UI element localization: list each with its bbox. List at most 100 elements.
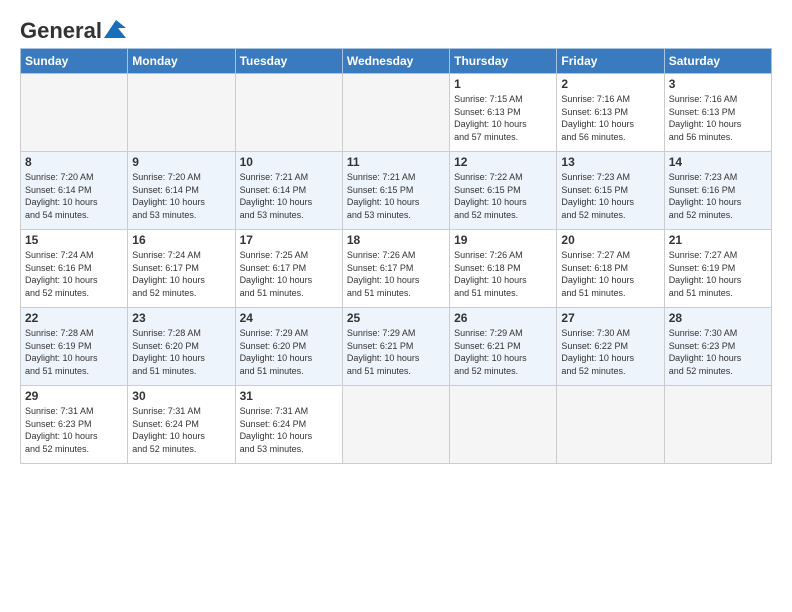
calendar-cell: 14 Sunrise: 7:23 AM Sunset: 6:16 PM Dayli… xyxy=(664,152,771,230)
day-info: Sunrise: 7:29 AM Sunset: 6:20 PM Dayligh… xyxy=(240,327,338,377)
calendar-cell xyxy=(342,74,449,152)
calendar-cell xyxy=(21,74,128,152)
calendar-cell: 17 Sunrise: 7:25 AM Sunset: 6:17 PM Dayli… xyxy=(235,230,342,308)
day-number: 24 xyxy=(240,311,338,325)
day-number: 9 xyxy=(132,155,230,169)
day-number: 27 xyxy=(561,311,659,325)
calendar-cell: 12 Sunrise: 7:22 AM Sunset: 6:15 PM Dayli… xyxy=(450,152,557,230)
day-of-week-header: Tuesday xyxy=(235,49,342,74)
day-number: 22 xyxy=(25,311,123,325)
day-info: Sunrise: 7:29 AM Sunset: 6:21 PM Dayligh… xyxy=(454,327,552,377)
day-info: Sunrise: 7:16 AM Sunset: 6:13 PM Dayligh… xyxy=(561,93,659,143)
calendar-table: SundayMondayTuesdayWednesdayThursdayFrid… xyxy=(20,48,772,464)
day-info: Sunrise: 7:20 AM Sunset: 6:14 PM Dayligh… xyxy=(25,171,123,221)
calendar-cell: 23 Sunrise: 7:28 AM Sunset: 6:20 PM Dayli… xyxy=(128,308,235,386)
day-number: 30 xyxy=(132,389,230,403)
calendar-cell xyxy=(235,74,342,152)
day-info: Sunrise: 7:24 AM Sunset: 6:17 PM Dayligh… xyxy=(132,249,230,299)
calendar-cell: 28 Sunrise: 7:30 AM Sunset: 6:23 PM Dayli… xyxy=(664,308,771,386)
calendar-cell xyxy=(128,74,235,152)
calendar-cell xyxy=(557,386,664,464)
day-number: 19 xyxy=(454,233,552,247)
calendar-cell: 19 Sunrise: 7:26 AM Sunset: 6:18 PM Dayli… xyxy=(450,230,557,308)
day-number: 13 xyxy=(561,155,659,169)
calendar-cell: 18 Sunrise: 7:26 AM Sunset: 6:17 PM Dayli… xyxy=(342,230,449,308)
calendar-cell: 9 Sunrise: 7:20 AM Sunset: 6:14 PM Daylig… xyxy=(128,152,235,230)
day-info: Sunrise: 7:21 AM Sunset: 6:15 PM Dayligh… xyxy=(347,171,445,221)
day-info: Sunrise: 7:26 AM Sunset: 6:17 PM Dayligh… xyxy=(347,249,445,299)
calendar-cell xyxy=(450,386,557,464)
day-number: 26 xyxy=(454,311,552,325)
day-number: 21 xyxy=(669,233,767,247)
day-of-week-header: Thursday xyxy=(450,49,557,74)
day-info: Sunrise: 7:27 AM Sunset: 6:19 PM Dayligh… xyxy=(669,249,767,299)
day-info: Sunrise: 7:23 AM Sunset: 6:16 PM Dayligh… xyxy=(669,171,767,221)
calendar-cell: 27 Sunrise: 7:30 AM Sunset: 6:22 PM Dayli… xyxy=(557,308,664,386)
day-number: 12 xyxy=(454,155,552,169)
day-number: 18 xyxy=(347,233,445,247)
calendar-cell: 2 Sunrise: 7:16 AM Sunset: 6:13 PM Daylig… xyxy=(557,74,664,152)
day-number: 2 xyxy=(561,77,659,91)
day-info: Sunrise: 7:28 AM Sunset: 6:20 PM Dayligh… xyxy=(132,327,230,377)
logo-general: General xyxy=(20,18,102,44)
day-info: Sunrise: 7:27 AM Sunset: 6:18 PM Dayligh… xyxy=(561,249,659,299)
day-of-week-header: Sunday xyxy=(21,49,128,74)
calendar-cell: 1 Sunrise: 7:15 AM Sunset: 6:13 PM Daylig… xyxy=(450,74,557,152)
calendar-cell: 22 Sunrise: 7:28 AM Sunset: 6:19 PM Dayli… xyxy=(21,308,128,386)
day-info: Sunrise: 7:31 AM Sunset: 6:23 PM Dayligh… xyxy=(25,405,123,455)
calendar-cell: 13 Sunrise: 7:23 AM Sunset: 6:15 PM Dayli… xyxy=(557,152,664,230)
day-info: Sunrise: 7:28 AM Sunset: 6:19 PM Dayligh… xyxy=(25,327,123,377)
calendar-cell: 15 Sunrise: 7:24 AM Sunset: 6:16 PM Dayli… xyxy=(21,230,128,308)
calendar-cell: 25 Sunrise: 7:29 AM Sunset: 6:21 PM Dayli… xyxy=(342,308,449,386)
day-number: 23 xyxy=(132,311,230,325)
calendar-cell: 3 Sunrise: 7:16 AM Sunset: 6:13 PM Daylig… xyxy=(664,74,771,152)
day-info: Sunrise: 7:31 AM Sunset: 6:24 PM Dayligh… xyxy=(240,405,338,455)
day-number: 20 xyxy=(561,233,659,247)
day-number: 3 xyxy=(669,77,767,91)
day-info: Sunrise: 7:16 AM Sunset: 6:13 PM Dayligh… xyxy=(669,93,767,143)
day-number: 15 xyxy=(25,233,123,247)
day-number: 11 xyxy=(347,155,445,169)
day-info: Sunrise: 7:22 AM Sunset: 6:15 PM Dayligh… xyxy=(454,171,552,221)
day-info: Sunrise: 7:25 AM Sunset: 6:17 PM Dayligh… xyxy=(240,249,338,299)
calendar-cell: 8Sunrise: 7:20 AM Sunset: 6:14 PM Daylig… xyxy=(21,152,128,230)
calendar-cell: 31 Sunrise: 7:31 AM Sunset: 6:24 PM Dayli… xyxy=(235,386,342,464)
calendar-cell: 30 Sunrise: 7:31 AM Sunset: 6:24 PM Dayli… xyxy=(128,386,235,464)
calendar-cell: 20 Sunrise: 7:27 AM Sunset: 6:18 PM Dayli… xyxy=(557,230,664,308)
day-info: Sunrise: 7:15 AM Sunset: 6:13 PM Dayligh… xyxy=(454,93,552,143)
logo: General xyxy=(20,18,126,38)
day-number: 16 xyxy=(132,233,230,247)
page-header: General xyxy=(20,18,772,38)
day-of-week-header: Friday xyxy=(557,49,664,74)
day-info: Sunrise: 7:31 AM Sunset: 6:24 PM Dayligh… xyxy=(132,405,230,455)
page-container: General SundayMondayTuesdayWednesdayThur… xyxy=(0,0,792,474)
calendar-cell: 21 Sunrise: 7:27 AM Sunset: 6:19 PM Dayli… xyxy=(664,230,771,308)
day-info: Sunrise: 7:30 AM Sunset: 6:22 PM Dayligh… xyxy=(561,327,659,377)
day-of-week-header: Saturday xyxy=(664,49,771,74)
calendar-cell: 16 Sunrise: 7:24 AM Sunset: 6:17 PM Dayli… xyxy=(128,230,235,308)
calendar-cell: 29 Sunrise: 7:31 AM Sunset: 6:23 PM Dayli… xyxy=(21,386,128,464)
day-info: Sunrise: 7:29 AM Sunset: 6:21 PM Dayligh… xyxy=(347,327,445,377)
calendar-cell: 10 Sunrise: 7:21 AM Sunset: 6:14 PM Dayli… xyxy=(235,152,342,230)
day-number: 25 xyxy=(347,311,445,325)
calendar-cell xyxy=(664,386,771,464)
day-number: 1 xyxy=(454,77,552,91)
day-of-week-header: Monday xyxy=(128,49,235,74)
day-info: Sunrise: 7:24 AM Sunset: 6:16 PM Dayligh… xyxy=(25,249,123,299)
day-info: Sunrise: 7:23 AM Sunset: 6:15 PM Dayligh… xyxy=(561,171,659,221)
day-of-week-header: Wednesday xyxy=(342,49,449,74)
day-info: Sunrise: 7:26 AM Sunset: 6:18 PM Dayligh… xyxy=(454,249,552,299)
calendar-cell xyxy=(342,386,449,464)
day-number: 14 xyxy=(669,155,767,169)
calendar-cell: 26 Sunrise: 7:29 AM Sunset: 6:21 PM Dayli… xyxy=(450,308,557,386)
day-number: 10 xyxy=(240,155,338,169)
day-number: 17 xyxy=(240,233,338,247)
day-info: Sunrise: 7:21 AM Sunset: 6:14 PM Dayligh… xyxy=(240,171,338,221)
day-info: Sunrise: 7:30 AM Sunset: 6:23 PM Dayligh… xyxy=(669,327,767,377)
logo-arrow-icon xyxy=(104,20,126,38)
day-number: 28 xyxy=(669,311,767,325)
day-number: 31 xyxy=(240,389,338,403)
day-number: 29 xyxy=(25,389,123,403)
day-info: Sunrise: 7:20 AM Sunset: 6:14 PM Dayligh… xyxy=(132,171,230,221)
calendar-cell: 11 Sunrise: 7:21 AM Sunset: 6:15 PM Dayli… xyxy=(342,152,449,230)
